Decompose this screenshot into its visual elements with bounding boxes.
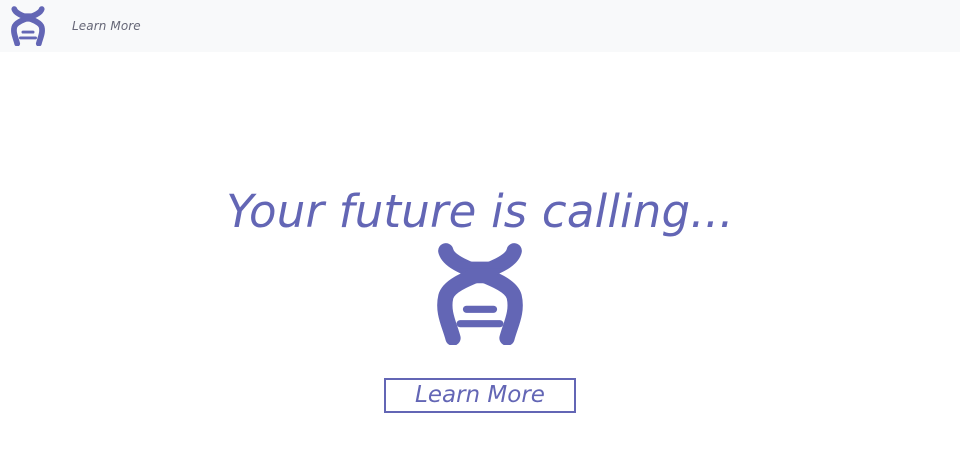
navbar: Learn More	[0, 0, 960, 52]
dna-icon[interactable]	[10, 6, 46, 46]
hero-title: Your future is calling...	[226, 185, 734, 238]
dna-icon	[437, 243, 523, 345]
learn-more-button[interactable]: Learn More	[384, 378, 576, 413]
nav-learn-more-link[interactable]: Learn More	[72, 17, 141, 35]
